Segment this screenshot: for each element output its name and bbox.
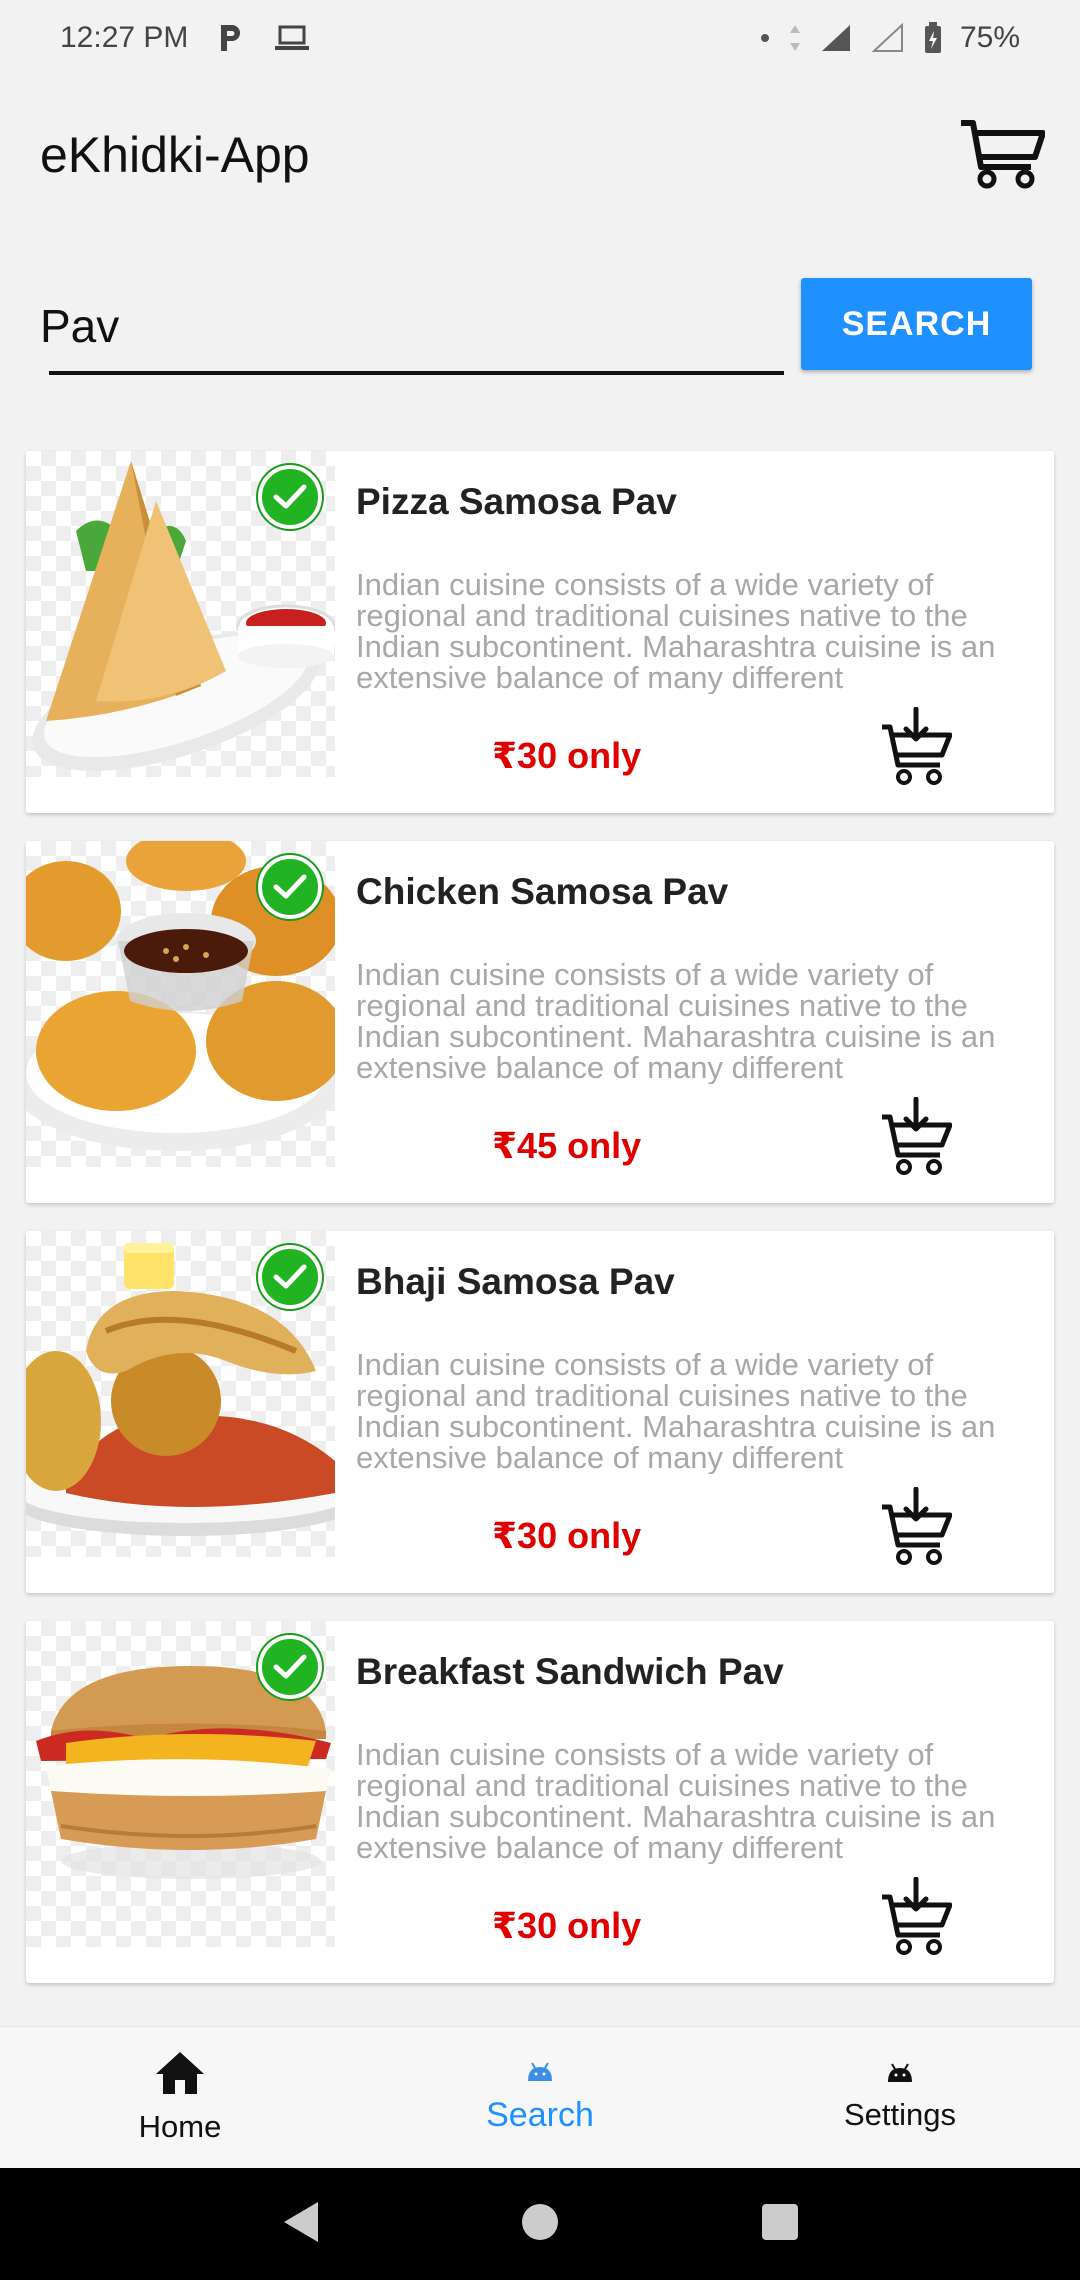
check-icon <box>258 1245 322 1309</box>
bottom-navigation: Home Search Settings <box>0 2026 1080 2168</box>
battery-icon <box>924 21 942 54</box>
system-navigation-bar <box>0 2168 1080 2280</box>
search-underline <box>49 371 784 375</box>
product-price: ₹30 only <box>492 1905 642 1946</box>
home-icon <box>154 2050 206 2101</box>
product-description: Indian cuisine consists of a wide variet… <box>356 1739 996 1864</box>
nav-settings-label: Settings <box>843 2097 956 2132</box>
cart-icon <box>959 117 1046 194</box>
android-icon <box>525 2061 555 2088</box>
search-button[interactable]: SEARCH <box>801 278 1032 370</box>
check-icon <box>258 855 322 919</box>
data-arrows-icon <box>788 23 802 53</box>
status-bar-right: 75% <box>760 21 1020 55</box>
check-icon <box>258 465 322 529</box>
cart-button[interactable] <box>954 107 1050 203</box>
status-time: 12:27 PM <box>60 20 189 54</box>
search-row: SEARCH <box>40 278 1040 378</box>
status-bar-left: 12:27 PM <box>60 21 310 55</box>
app-title: eKhidki-App <box>40 127 310 183</box>
product-card[interactable]: Pizza Samosa Pav Indian cuisine consists… <box>26 451 1054 813</box>
laptop-icon <box>274 24 310 52</box>
cart-add-icon <box>880 1876 953 1962</box>
search-input[interactable] <box>40 283 782 369</box>
status-bar: 12:27 PM 75% <box>0 0 1080 75</box>
product-card[interactable]: Breakfast Sandwich Pav Indian cuisine co… <box>26 1621 1054 1983</box>
check-icon <box>258 1635 322 1699</box>
home-circle-icon[interactable] <box>520 2202 560 2247</box>
nav-settings[interactable]: Settings <box>720 2027 1080 2168</box>
cart-add-icon <box>880 1096 953 1182</box>
add-to-cart-button[interactable] <box>876 706 956 792</box>
battery-percent: 75% <box>959 20 1020 54</box>
product-title: Chicken Samosa Pav <box>356 871 729 912</box>
product-description: Indian cuisine consists of a wide variet… <box>356 959 996 1084</box>
back-icon[interactable] <box>280 2200 320 2249</box>
product-description: Indian cuisine consists of a wide variet… <box>356 569 996 694</box>
product-card[interactable]: Chicken Samosa Pav Indian cuisine consis… <box>26 841 1054 1203</box>
cart-add-icon <box>880 706 953 792</box>
product-price: ₹30 only <box>492 1515 642 1556</box>
android-icon <box>885 2062 915 2089</box>
signal-empty-icon <box>871 22 906 53</box>
product-title: Pizza Samosa Pav <box>356 481 677 522</box>
product-title: Breakfast Sandwich Pav <box>356 1651 784 1692</box>
nav-search[interactable]: Search <box>360 2027 720 2168</box>
nav-search-label: Search <box>486 2095 594 2134</box>
add-to-cart-button[interactable] <box>876 1096 956 1182</box>
cart-add-icon <box>880 1486 953 1572</box>
product-price: ₹30 only <box>492 735 642 776</box>
product-list: Pizza Samosa Pav Indian cuisine consists… <box>26 451 1054 2011</box>
product-description: Indian cuisine consists of a wide variet… <box>356 1349 996 1474</box>
recents-icon[interactable] <box>760 2202 800 2247</box>
add-to-cart-button[interactable] <box>876 1486 956 1572</box>
search-field-wrapper <box>40 283 784 375</box>
nav-home-label: Home <box>138 2109 222 2144</box>
product-card[interactable]: Bhaji Samosa Pav Indian cuisine consists… <box>26 1231 1054 1593</box>
parking-icon <box>218 23 244 53</box>
product-price: ₹45 only <box>492 1125 642 1166</box>
add-to-cart-button[interactable] <box>876 1876 956 1962</box>
nav-home[interactable]: Home <box>0 2027 360 2168</box>
app-bar: eKhidki-App <box>0 95 1080 215</box>
signal-icon <box>820 23 854 53</box>
notification-dot-icon <box>760 33 770 43</box>
product-title: Bhaji Samosa Pav <box>356 1261 675 1302</box>
